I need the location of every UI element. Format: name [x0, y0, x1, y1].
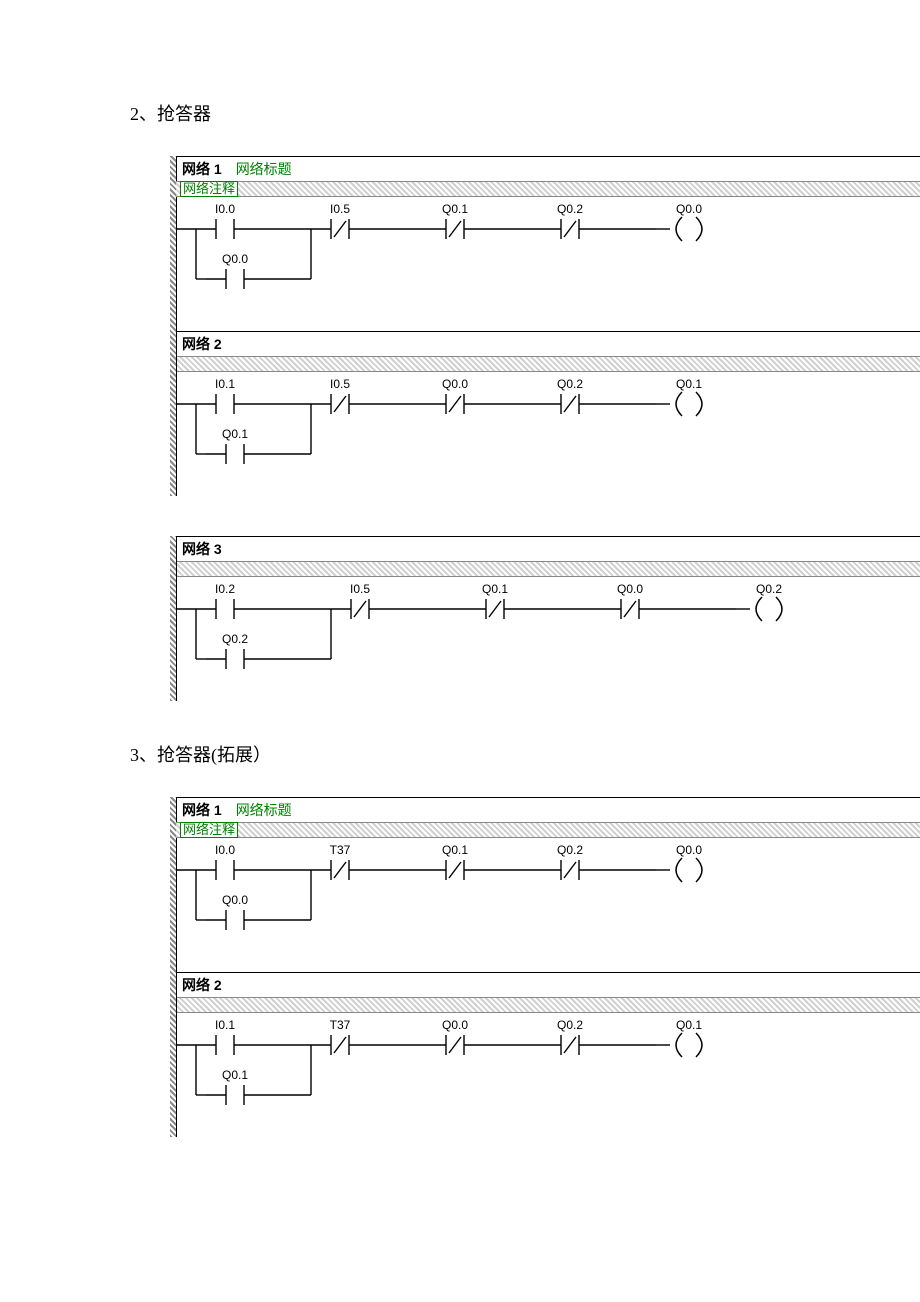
svg-text:Q0.2: Q0.2	[756, 582, 782, 596]
svg-text:Q0.2: Q0.2	[557, 202, 583, 216]
ladder-rung: I0.0 I0.5 Q0.1 Q0.2 Q0.0 Q0.0	[176, 201, 796, 311]
network-title: 网络 2	[176, 973, 920, 997]
svg-text:Q0.2: Q0.2	[557, 843, 583, 857]
svg-text:I0.0: I0.0	[215, 202, 235, 216]
svg-text:I0.2: I0.2	[215, 582, 235, 596]
network-number: 网络 1	[182, 161, 222, 177]
svg-text:Q0.2: Q0.2	[222, 632, 248, 646]
svg-text:Q0.0: Q0.0	[442, 1018, 468, 1032]
svg-text:I0.5: I0.5	[330, 377, 350, 391]
section-heading: 3、抢答器(拓展）	[130, 741, 920, 767]
network-comment: 网络注释	[180, 822, 238, 838]
svg-text:Q0.0: Q0.0	[676, 843, 702, 857]
svg-text:T37: T37	[330, 1018, 351, 1032]
svg-text:I0.1: I0.1	[215, 377, 235, 391]
ladder-rung: I0.1 I0.5 Q0.0 Q0.2 Q0.1 Q0.1	[176, 376, 796, 486]
svg-text:I0.5: I0.5	[350, 582, 370, 596]
svg-text:I0.5: I0.5	[330, 202, 350, 216]
svg-text:I0.1: I0.1	[215, 1018, 235, 1032]
svg-text:Q0.1: Q0.1	[676, 1018, 702, 1032]
network-number: 网络 2	[182, 977, 222, 993]
svg-text:Q0.1: Q0.1	[442, 843, 468, 857]
svg-text:Q0.1: Q0.1	[676, 377, 702, 391]
section-heading: 2、抢答器	[130, 100, 920, 126]
svg-text:T37: T37	[330, 843, 351, 857]
svg-text:Q0.0: Q0.0	[676, 202, 702, 216]
network-title: 网络 3	[176, 537, 920, 561]
network-title-link: 网络标题	[236, 161, 292, 177]
svg-text:Q0.2: Q0.2	[557, 377, 583, 391]
network-number: 网络 2	[182, 336, 222, 352]
ladder-rung: I0.2 I0.5 Q0.1 Q0.0 Q0.2 Q0.2	[176, 581, 876, 691]
svg-text:Q0.0: Q0.0	[222, 893, 248, 907]
svg-text:Q0.2: Q0.2	[557, 1018, 583, 1032]
ladder-rung: I0.0 T37 Q0.1 Q0.2 Q0.0 Q0.0	[176, 842, 796, 952]
svg-text:Q0.0: Q0.0	[442, 377, 468, 391]
network-title-link: 网络标题	[236, 802, 292, 818]
network-comment: 网络注释	[180, 181, 238, 197]
network-title: 网络 1 网络标题	[176, 157, 920, 181]
svg-text:Q0.1: Q0.1	[482, 582, 508, 596]
ladder-rung: I0.1 T37 Q0.0 Q0.2 Q0.1 Q0.1	[176, 1017, 796, 1127]
network-title: 网络 1 网络标题	[176, 798, 920, 822]
svg-text:Q0.1: Q0.1	[222, 427, 248, 441]
network-number: 网络 1	[182, 802, 222, 818]
svg-text:Q0.1: Q0.1	[222, 1068, 248, 1082]
svg-text:I0.0: I0.0	[215, 843, 235, 857]
svg-text:Q0.1: Q0.1	[442, 202, 468, 216]
svg-text:Q0.0: Q0.0	[617, 582, 643, 596]
network-number: 网络 3	[182, 541, 222, 557]
svg-text:Q0.0: Q0.0	[222, 252, 248, 266]
network-title: 网络 2	[176, 332, 920, 356]
